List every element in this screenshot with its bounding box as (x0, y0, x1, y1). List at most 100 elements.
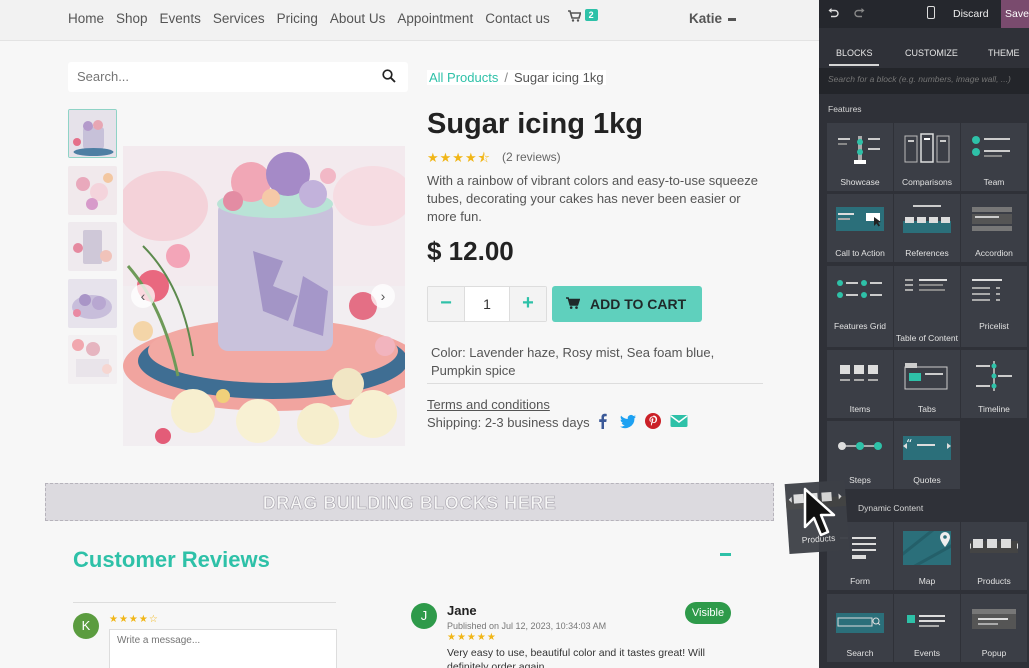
facebook-icon[interactable] (595, 413, 611, 429)
pinterest-icon[interactable] (645, 413, 661, 429)
block-popup[interactable]: Popup (961, 594, 1027, 662)
undo-icon[interactable] (828, 7, 839, 21)
references-icon (903, 205, 951, 233)
product-thumbnail[interactable] (68, 166, 117, 215)
review-date: Published on Jul 12, 2023, 10:34:03 AM (447, 621, 607, 631)
email-icon[interactable] (670, 413, 688, 429)
block-timeline[interactable]: Timeline (961, 350, 1027, 418)
block-label: Table of Content (896, 333, 958, 343)
tab-theme[interactable]: THEME (988, 48, 1020, 58)
plus-icon[interactable]: + (510, 287, 546, 321)
product-thumbnail[interactable] (68, 222, 117, 271)
reviewer-name: Jane (447, 603, 477, 618)
nav-pricing[interactable]: Pricing (277, 11, 318, 26)
twitter-icon[interactable] (620, 413, 636, 429)
active-tab-indicator (829, 64, 879, 66)
block-products[interactable]: Products (961, 522, 1027, 590)
block-features-grid[interactable]: Features Grid (827, 266, 893, 347)
block-label: Form (850, 576, 870, 586)
timeline-icon (976, 361, 1012, 391)
breadcrumb: All Products / Sugar icing 1kg (427, 70, 606, 85)
block-accordion[interactable]: Accordion (961, 194, 1027, 262)
block-table-of-content[interactable]: Table of Content (894, 266, 960, 347)
search-icon[interactable] (382, 69, 396, 83)
breadcrumb-all-products[interactable]: All Products (429, 70, 498, 85)
add-to-cart-button[interactable]: ADD TO CART (552, 286, 702, 322)
block-events[interactable]: Events (894, 594, 960, 662)
events-icon (907, 615, 945, 627)
block-label: Features Grid (834, 321, 886, 331)
shipping-info: Shipping: 2-3 business days (427, 415, 590, 430)
dropdown-icon (728, 17, 737, 21)
mobile-preview-icon[interactable] (927, 6, 935, 19)
block-pricelist[interactable]: Pricelist (961, 266, 1027, 347)
save-button[interactable]: Save (1001, 0, 1029, 28)
visible-toggle[interactable]: Visible (685, 602, 731, 624)
nav-home[interactable]: Home (68, 11, 104, 26)
block-items[interactable]: Items (827, 350, 893, 418)
search-block-icon (836, 613, 884, 633)
avatar: J (411, 603, 437, 629)
tab-customize[interactable]: CUSTOMIZE (905, 48, 958, 58)
block-showcase[interactable]: Showcase (827, 123, 893, 191)
nav-events[interactable]: Events (160, 11, 201, 26)
block-map[interactable]: Map (894, 522, 960, 590)
chevron-right-icon[interactable]: › (371, 284, 395, 308)
product-thumbnail[interactable] (68, 279, 117, 328)
message-input[interactable] (109, 629, 337, 668)
chevron-left-icon[interactable]: ‹ (131, 284, 155, 308)
discard-button[interactable]: Discard (953, 8, 989, 20)
terms-link[interactable]: Terms and conditions (427, 397, 550, 412)
block-comparisons[interactable]: Comparisons (894, 123, 960, 191)
block-team[interactable]: Team (961, 123, 1027, 191)
reviews-count[interactable]: (2 reviews) (502, 150, 561, 164)
drop-zone-label: DRAG BUILDING BLOCKS HERE (262, 493, 557, 514)
block-label: Tabs (918, 404, 936, 414)
block-call-to-action[interactable]: Call to Action (827, 194, 893, 262)
call-to-action-icon (836, 207, 884, 231)
block-quotes[interactable]: “ Quotes (894, 421, 960, 489)
divider (427, 383, 763, 384)
rating-stars: ★★★★⯪ (427, 150, 491, 165)
block-search[interactable]: Search (827, 594, 893, 662)
product-main-image[interactable]: ‹ › (123, 146, 405, 446)
steps-icon (838, 442, 882, 450)
social-share (595, 413, 688, 429)
search-input[interactable] (77, 69, 357, 84)
table-of-content-icon (905, 279, 947, 291)
tabs-icon (904, 363, 948, 390)
nav-services[interactable]: Services (213, 11, 265, 26)
nav-appointment[interactable]: Appointment (397, 11, 473, 26)
collapse-icon[interactable] (720, 553, 731, 556)
editor-toolbar: Discard Save (819, 0, 1029, 28)
block-references[interactable]: References (894, 194, 960, 262)
block-label: Comparisons (901, 177, 953, 187)
product-thumbnail[interactable] (68, 109, 117, 158)
user-menu[interactable]: Katie (689, 11, 737, 26)
map-icon (903, 531, 951, 565)
quotes-icon: “ (903, 436, 951, 460)
block-label: Products (977, 576, 1011, 586)
cart-button[interactable]: 2 (568, 9, 598, 25)
block-label: Call to Action (835, 248, 885, 258)
tab-blocks[interactable]: BLOCKS (836, 48, 873, 58)
redo-icon[interactable] (854, 7, 865, 21)
block-tabs[interactable]: Tabs (894, 350, 960, 418)
features-heading: Features (828, 104, 862, 114)
minus-icon[interactable]: − (428, 287, 464, 321)
nav-about-us[interactable]: About Us (330, 11, 386, 26)
rating-input[interactable]: ★★★★☆ (109, 614, 159, 625)
block-label: Timeline (978, 404, 1010, 414)
block-label: Popup (981, 648, 1007, 658)
block-search (819, 68, 1029, 94)
nav-contact-us[interactable]: Contact us (485, 11, 550, 26)
block-steps[interactable]: Steps (827, 421, 893, 489)
block-search-input[interactable] (828, 74, 1023, 84)
nav-shop[interactable]: Shop (116, 11, 148, 26)
product-thumbnail[interactable] (68, 335, 117, 384)
block-label: Team (983, 177, 1005, 187)
block-label: Accordion (975, 248, 1013, 258)
quantity-input[interactable]: 1 (464, 287, 510, 321)
drop-zone[interactable]: DRAG BUILDING BLOCKS HERE (45, 483, 774, 521)
cart-count-badge: 2 (584, 9, 598, 21)
